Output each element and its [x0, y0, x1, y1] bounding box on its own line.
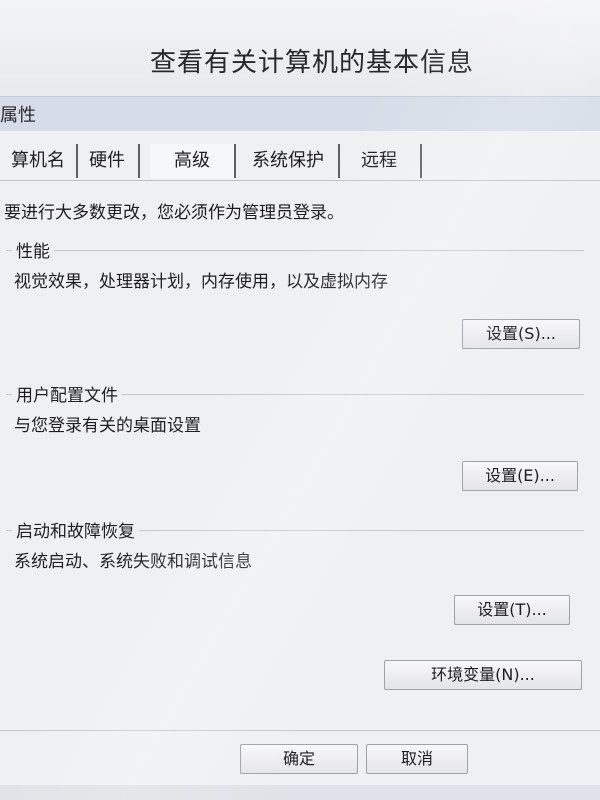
startup-recovery-settings-button[interactable]: 设置(T)...	[454, 595, 570, 625]
startup-recovery-title: 启动和故障恢复	[12, 517, 139, 542]
startup-recovery-group: 启动和故障恢复 系统启动、系统失败和调试信息 设置(T)...	[6, 517, 584, 635]
footer-divider	[0, 730, 600, 731]
user-profiles-group: 用户配置文件 与您登录有关的桌面设置 设置(E)...	[6, 381, 584, 507]
user-profiles-title: 用户配置文件	[12, 381, 122, 406]
background-window-title: 查看有关计算机的基本信息	[150, 48, 475, 78]
admin-notice: 要进行大多数更改，您必须作为管理员登录。	[4, 203, 344, 223]
tab-bar: 算机名 硬件 高级 系统保护 远程	[0, 144, 600, 180]
user-profiles-description: 与您登录有关的桌面设置	[14, 416, 201, 436]
tab-advanced[interactable]: 高级	[150, 144, 236, 178]
cancel-button[interactable]: 取消	[366, 744, 468, 774]
performance-title: 性能	[12, 237, 54, 262]
background-window: 查看有关计算机的基本信息	[0, 0, 600, 110]
dialog-titlebar[interactable]: 属性	[0, 96, 600, 132]
taskbar-strip	[0, 785, 600, 800]
tab-remote[interactable]: 远程	[338, 144, 422, 178]
performance-settings-button[interactable]: 设置(S)...	[462, 319, 580, 349]
ok-button[interactable]: 确定	[240, 744, 358, 774]
tab-hardware[interactable]: 硬件	[76, 144, 140, 178]
user-profiles-settings-button[interactable]: 设置(E)...	[462, 461, 578, 491]
tab-system-protection[interactable]: 系统保护	[238, 144, 340, 178]
tab-divider	[0, 180, 600, 181]
dialog-title: 属性	[0, 105, 36, 126]
startup-recovery-description: 系统启动、系统失败和调试信息	[14, 552, 252, 572]
environment-variables-button[interactable]: 环境变量(N)...	[384, 660, 582, 690]
performance-description: 视觉效果，处理器计划，内存使用，以及虚拟内存	[14, 272, 388, 292]
performance-group: 性能 视觉效果，处理器计划，内存使用，以及虚拟内存 设置(S)...	[6, 237, 584, 363]
tab-computer-name[interactable]: 算机名	[0, 144, 78, 178]
